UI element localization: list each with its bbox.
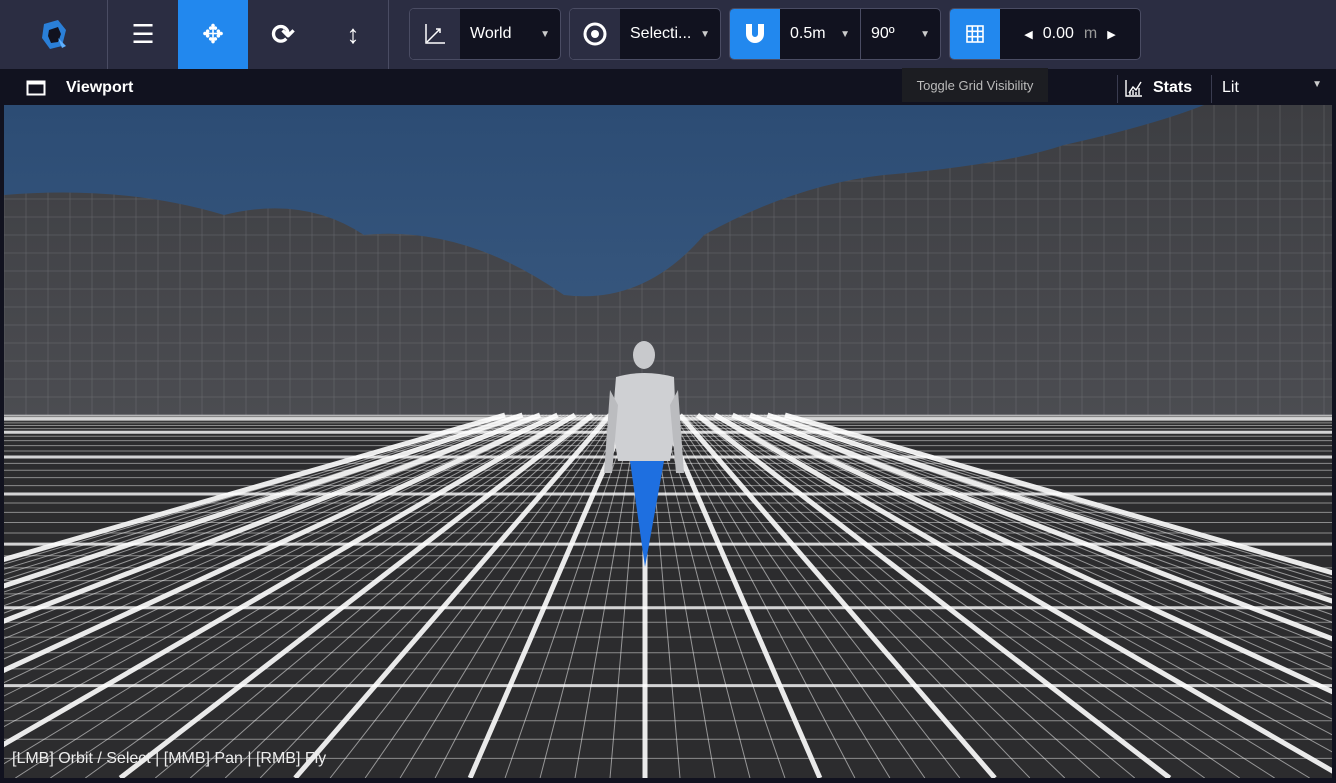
scale-tool-button[interactable]: ↕ — [318, 0, 388, 69]
stats-label: Stats — [1153, 79, 1193, 96]
pivot-value: Selecti... — [630, 25, 692, 42]
snap-group: 0.5m ▼ 90º ▼ — [729, 8, 941, 60]
scene-canvas[interactable] — [4, 105, 1332, 778]
move-tool-button[interactable]: ✥ — [178, 0, 248, 69]
scale-icon: ↕ — [346, 19, 360, 49]
window-icon — [26, 80, 46, 96]
3d-viewport[interactable]: [LMB] Orbit / Select | [MMB] Pan | [RMB]… — [4, 105, 1332, 778]
toolbar: ☰ ✥ ⟳ ↕ World ▼ Selecti... ▼ 0.5m ▼ 90º ▼ ◀ … — [0, 0, 1336, 69]
transform-space-value: World — [470, 25, 512, 42]
decrement-arrow[interactable]: ◀ — [1024, 28, 1032, 41]
menu-icon: ☰ — [131, 19, 155, 49]
snap-toggle[interactable] — [730, 9, 780, 59]
shading-mode-select[interactable]: Lit ▼ — [1222, 79, 1322, 97]
menu-button[interactable]: ☰ — [108, 0, 178, 69]
viewport-help-text: [LMB] Orbit / Select | [MMB] Pan | [RMB]… — [12, 750, 327, 767]
grid-icon — [966, 25, 984, 43]
move-icon: ✥ — [202, 19, 224, 49]
grid-unit: m — [1083, 25, 1098, 42]
chevron-down-icon: ▼ — [920, 28, 930, 40]
rotate-icon: ⟳ — [271, 19, 295, 50]
chevron-down-icon: ▼ — [1312, 79, 1322, 90]
viewport-header: Viewport Stats Lit ▼ — [0, 69, 1336, 105]
rotate-tool-button[interactable]: ⟳ — [248, 0, 318, 69]
axes-icon — [410, 9, 460, 59]
grid-toggle[interactable] — [950, 9, 1000, 59]
snap-distance-value: 0.5m — [790, 25, 826, 42]
chevron-down-icon: ▼ — [840, 28, 850, 40]
snap-angle-select[interactable]: 90º ▼ — [861, 9, 940, 59]
grid-group: ◀ 0.00 m ▶ — [949, 8, 1141, 60]
transform-space-select[interactable]: World ▼ — [409, 8, 561, 60]
stats-button[interactable]: Stats — [1125, 79, 1192, 97]
grid-height-value[interactable]: 0.00 — [1043, 25, 1074, 43]
shading-mode-value: Lit — [1222, 79, 1239, 96]
snap-distance-select[interactable]: 0.5m ▼ — [780, 9, 861, 59]
magnet-icon — [746, 24, 764, 43]
target-icon — [570, 9, 620, 59]
tooltip: Toggle Grid Visibility — [902, 68, 1048, 102]
chevron-down-icon: ▼ — [700, 28, 710, 40]
app-logo — [18, 0, 88, 69]
pivot-select[interactable]: Selecti... ▼ — [569, 8, 721, 60]
chart-icon — [1125, 80, 1142, 97]
chevron-down-icon: ▼ — [540, 28, 550, 40]
snap-angle-value: 90º — [871, 25, 895, 42]
increment-arrow[interactable]: ▶ — [1107, 28, 1115, 41]
viewport-title: Viewport — [66, 79, 134, 96]
